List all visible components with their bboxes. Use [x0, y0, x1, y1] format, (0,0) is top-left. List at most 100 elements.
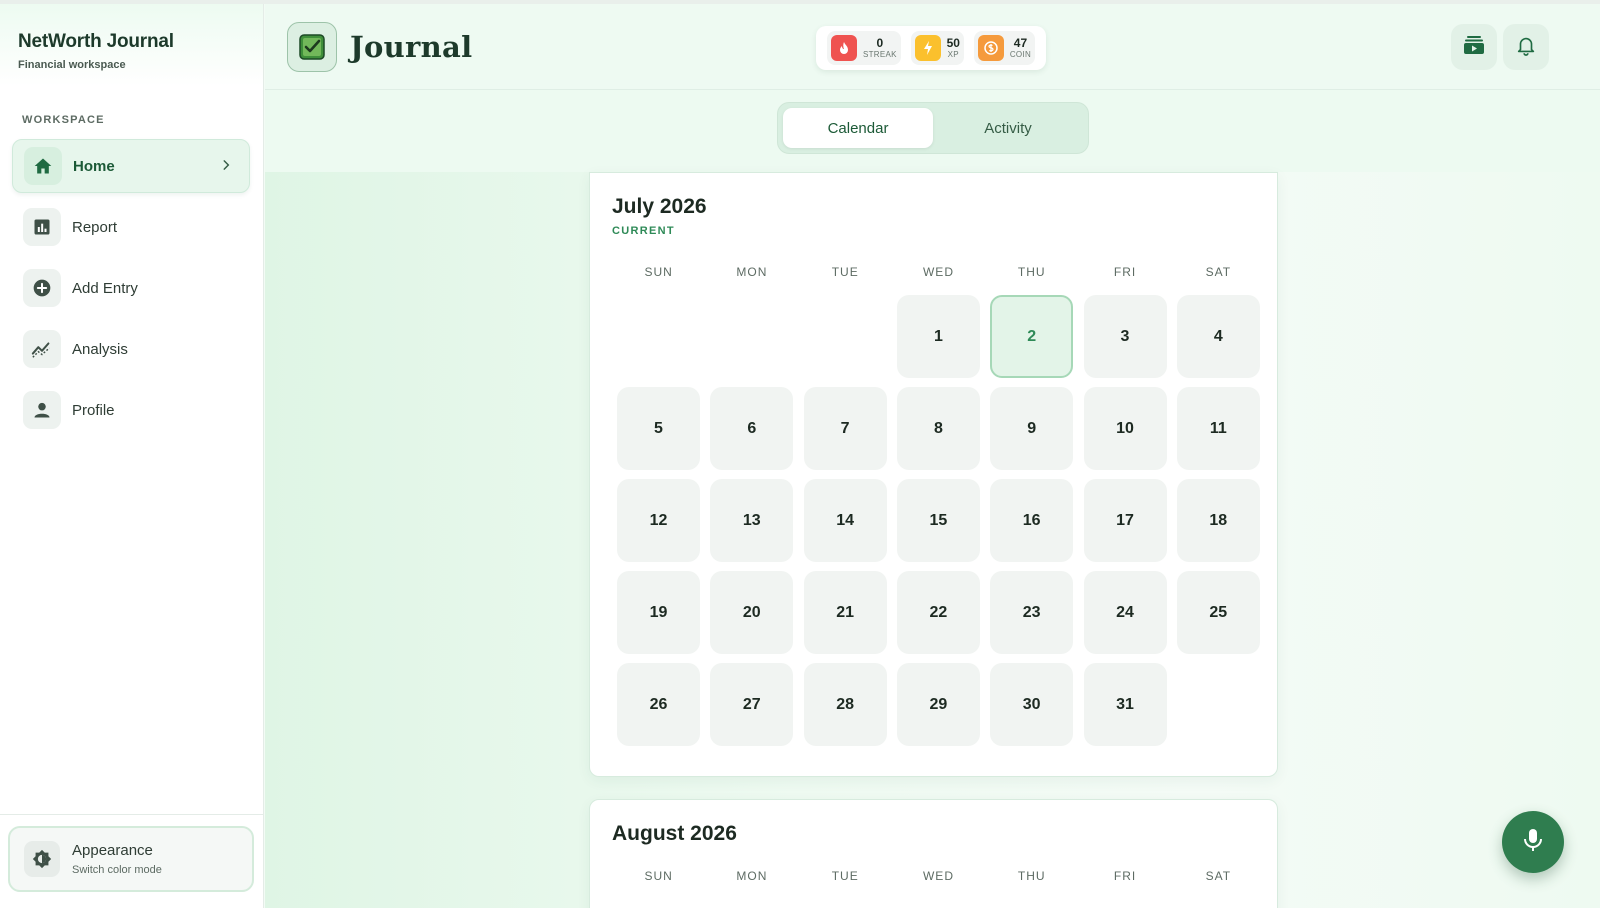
calendar-day[interactable]: 14: [803, 479, 887, 562]
calendar-day[interactable]: 1: [896, 295, 980, 378]
month-title: July 2026: [612, 195, 707, 218]
notifications-button[interactable]: [1503, 24, 1549, 70]
sidebar-item-label: Report: [72, 218, 118, 236]
appearance-toggle[interactable]: Appearance Switch color mode: [8, 826, 254, 892]
sidebar-item-home[interactable]: Home: [12, 139, 250, 193]
view-tabs-bar: Calendar Activity: [265, 90, 1600, 172]
weekday-label: MON: [736, 265, 768, 279]
microphone-icon: [1521, 827, 1545, 858]
xp-stat[interactable]: 50 XP: [910, 31, 964, 65]
flame-icon: [830, 35, 857, 61]
calendar-day-today[interactable]: 2: [990, 295, 1074, 378]
brand-title: NetWorth Journal: [18, 31, 174, 52]
weekday-label: SUN: [644, 265, 673, 279]
sidebar-item-report[interactable]: Report: [12, 200, 250, 254]
xp-text: 50 XP: [947, 37, 960, 59]
chevron-right-icon: [219, 158, 233, 177]
calendar-day[interactable]: 13: [710, 479, 794, 562]
weekday-label: WED: [922, 265, 954, 279]
sidebar-header: NetWorth Journal Financial workspace: [0, 4, 263, 86]
coin-value: 47: [1013, 36, 1028, 50]
calendar-day[interactable]: 25: [1176, 571, 1260, 654]
calendar-day[interactable]: 4: [1176, 295, 1260, 378]
streak-stat[interactable]: 0 STREAK: [826, 31, 901, 65]
calendar-day[interactable]: 31: [1083, 663, 1167, 746]
brightness-icon: [24, 841, 60, 877]
calendar-day[interactable]: 28: [803, 663, 887, 746]
page-title: Journal: [350, 30, 473, 64]
sidebar-item-analysis[interactable]: Analysis: [12, 322, 250, 376]
sidebar-item-label: Analysis: [72, 340, 128, 358]
bell-icon: [1515, 34, 1537, 61]
weekday-label: FRI: [1113, 265, 1137, 279]
appearance-text: Appearance Switch color mode: [72, 842, 162, 876]
brand-subtitle: Financial workspace: [18, 59, 126, 71]
trend-icon: [23, 330, 61, 368]
weekday-label: FRI: [1113, 869, 1137, 883]
calendar-day[interactable]: 9: [990, 387, 1074, 470]
coin-icon: [977, 35, 1004, 61]
weekday-label: TUE: [831, 265, 859, 279]
calendar-day[interactable]: 21: [803, 571, 887, 654]
calendar-day[interactable]: 17: [1083, 479, 1167, 562]
calendar-day[interactable]: 20: [710, 571, 794, 654]
calendar-day[interactable]: 15: [896, 479, 980, 562]
calendar-day[interactable]: 6: [710, 387, 794, 470]
calendar-day[interactable]: 23: [990, 571, 1074, 654]
calendar-day[interactable]: 29: [896, 663, 980, 746]
coin-text: 47 COIN: [1010, 37, 1031, 59]
coin-label: COIN: [1009, 50, 1032, 59]
streak-label: STREAK: [862, 50, 897, 59]
weekday-label: TUE: [831, 869, 859, 883]
calendar-day[interactable]: 5: [617, 387, 700, 470]
xp-value: 50: [946, 36, 960, 50]
calendar-day[interactable]: 26: [617, 663, 700, 746]
sidebar-item-label: Profile: [72, 401, 115, 419]
calendar-day[interactable]: 27: [710, 663, 794, 746]
voice-input-button[interactable]: [1502, 811, 1564, 873]
weekday-header: SUN MON TUE WED THU FRI SAT: [612, 869, 1265, 883]
sidebar-item-label: Add Entry: [72, 279, 138, 297]
calendar-day[interactable]: 22: [896, 571, 980, 654]
media-button[interactable]: [1451, 24, 1497, 70]
calendar-day[interactable]: 18: [1176, 479, 1260, 562]
calendar-day[interactable]: 8: [896, 387, 980, 470]
sidebar-item-add-entry[interactable]: Add Entry: [12, 261, 250, 315]
month-card-august: August 2026 SUN MON TUE WED THU FRI SAT: [589, 799, 1278, 908]
weekday-label: THU: [1017, 869, 1046, 883]
weekday-label: WED: [922, 869, 954, 883]
sidebar-divider: [0, 814, 264, 815]
workspace-section-label: WORKSPACE: [22, 114, 105, 126]
tab-activity[interactable]: Activity: [933, 108, 1083, 148]
gamification-stats: 0 STREAK 50 XP 47 COIN: [816, 26, 1046, 70]
tab-calendar[interactable]: Calendar: [783, 108, 933, 148]
streak-value: 0: [876, 36, 884, 50]
calendar-day[interactable]: 10: [1083, 387, 1167, 470]
calendar-day[interactable]: 24: [1083, 571, 1167, 654]
appearance-title: Appearance: [72, 842, 153, 859]
coin-stat[interactable]: 47 COIN: [973, 31, 1036, 65]
weekday-label: MON: [736, 869, 768, 883]
calendar-day[interactable]: 16: [990, 479, 1074, 562]
view-tabs: Calendar Activity: [777, 102, 1089, 154]
person-icon: [23, 391, 61, 429]
media-stack-icon: [1462, 33, 1486, 62]
calendar-day[interactable]: 11: [1176, 387, 1260, 470]
weekday-label: SAT: [1205, 869, 1232, 883]
calendar-day[interactable]: 3: [1083, 295, 1167, 378]
bar-chart-icon: [23, 208, 61, 246]
home-icon: [24, 147, 62, 185]
top-header: Journal 0 STREAK 50 XP 47 COIN: [265, 4, 1600, 90]
weekday-header: SUN MON TUE WED THU FRI SAT: [612, 265, 1265, 279]
calendar-day[interactable]: 19: [617, 571, 700, 654]
streak-text: 0 STREAK: [863, 37, 897, 59]
calendar-day[interactable]: 7: [803, 387, 887, 470]
bolt-icon: [914, 35, 941, 61]
calendar-day[interactable]: 12: [617, 479, 700, 562]
sidebar-item-profile[interactable]: Profile: [12, 383, 250, 437]
calendar-day[interactable]: 30: [990, 663, 1074, 746]
journal-check-icon: [287, 22, 337, 72]
sidebar: NetWorth Journal Financial workspace WOR…: [0, 4, 264, 908]
plus-circle-icon: [23, 269, 61, 307]
xp-label: XP: [947, 50, 959, 59]
